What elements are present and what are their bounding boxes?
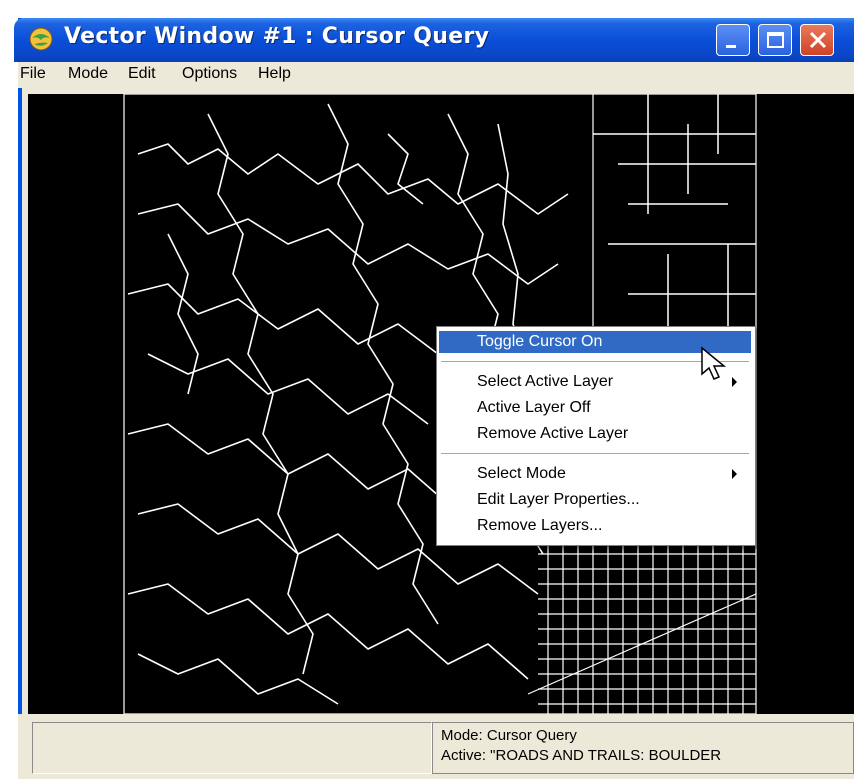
window-title: Vector Window #1 : Cursor Query bbox=[64, 24, 490, 49]
close-icon bbox=[809, 31, 827, 49]
menu-file[interactable]: File bbox=[20, 65, 46, 83]
globe-icon[interactable] bbox=[28, 26, 54, 52]
menu-edit[interactable]: Edit bbox=[128, 65, 156, 83]
menu-bar: File Mode Edit Options Help bbox=[18, 62, 854, 88]
menu-mode[interactable]: Mode bbox=[68, 65, 108, 83]
minimize-button[interactable] bbox=[716, 24, 750, 56]
status-bar: Mode: Cursor Query Active: "ROADS AND TR… bbox=[18, 714, 854, 779]
menu-options[interactable]: Options bbox=[182, 65, 237, 83]
status-pane-empty bbox=[32, 722, 432, 774]
menu-item-remove-layers[interactable]: Remove Layers... bbox=[439, 515, 751, 537]
submenu-arrow-icon bbox=[732, 469, 737, 479]
maximize-button[interactable] bbox=[758, 24, 792, 56]
menu-help[interactable]: Help bbox=[258, 65, 291, 83]
close-button[interactable] bbox=[800, 24, 834, 56]
menu-separator bbox=[441, 453, 749, 454]
menu-item-select-mode[interactable]: Select Mode bbox=[439, 463, 751, 485]
maximize-icon bbox=[767, 32, 784, 48]
menu-item-edit-layer-properties[interactable]: Edit Layer Properties... bbox=[439, 489, 751, 511]
menu-item-remove-active-layer[interactable]: Remove Active Layer bbox=[439, 423, 751, 445]
submenu-arrow-icon bbox=[732, 377, 737, 387]
mouse-pointer-icon bbox=[701, 346, 727, 380]
minimize-icon bbox=[726, 45, 736, 48]
status-pane-info: Mode: Cursor Query Active: "ROADS AND TR… bbox=[432, 722, 854, 774]
status-mode: Mode: Cursor Query bbox=[441, 727, 577, 744]
status-active-layer: Active: "ROADS AND TRAILS: BOULDER bbox=[441, 747, 722, 764]
menu-item-active-layer-off[interactable]: Active Layer Off bbox=[439, 397, 751, 419]
title-bar[interactable]: Vector Window #1 : Cursor Query bbox=[14, 18, 854, 62]
